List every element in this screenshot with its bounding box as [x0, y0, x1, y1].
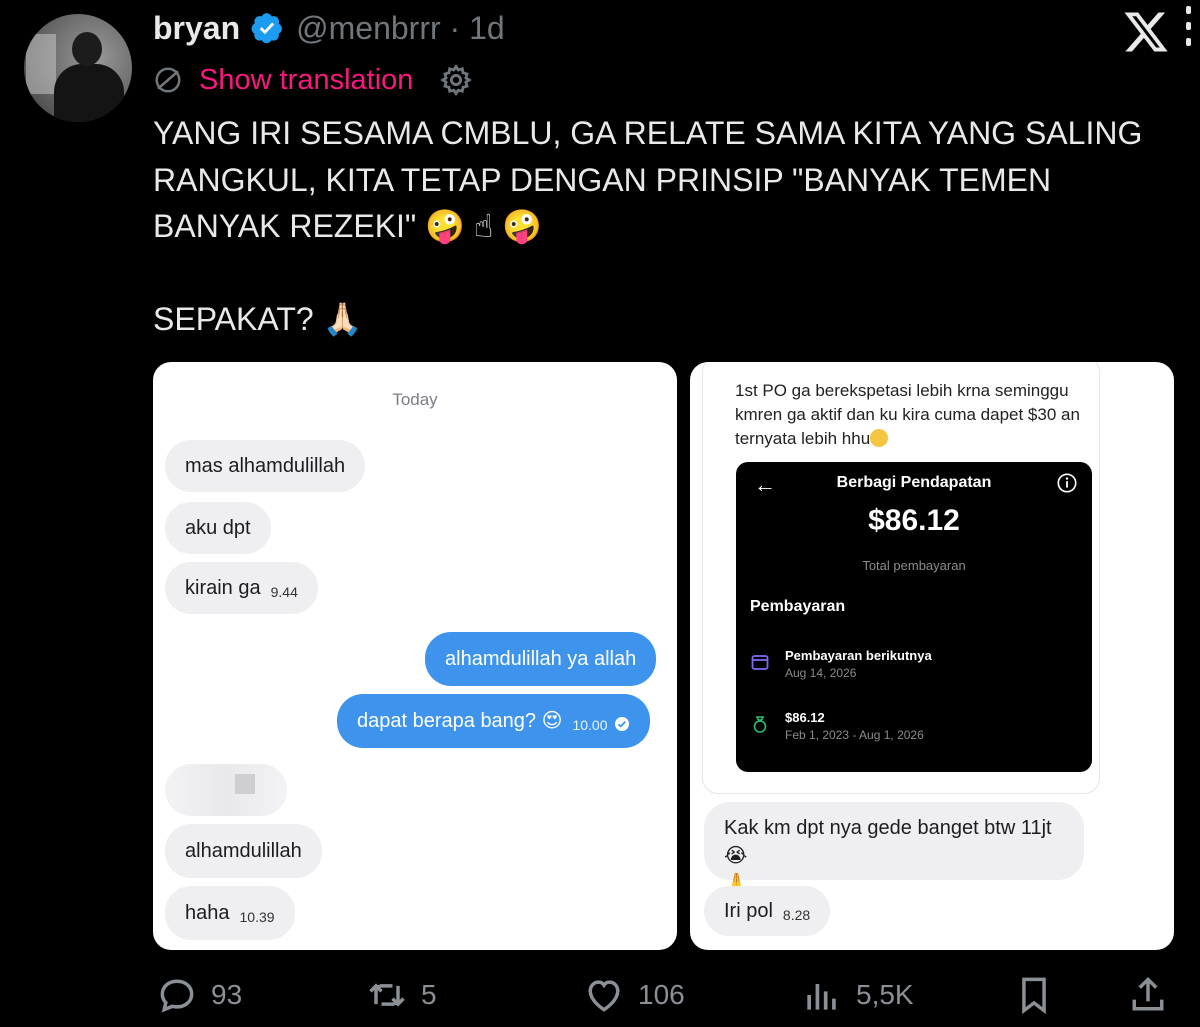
chat-bubble-outgoing: alhamdulillah ya allah — [425, 632, 657, 686]
author-row: bryan @menbrrr · 1d — [153, 8, 505, 48]
verified-badge-icon — [251, 13, 283, 44]
tweet-page: bryan @menbrrr · 1d Show translation YAN… — [0, 0, 1200, 1027]
views-chart-icon — [807, 984, 836, 1010]
repost-icon — [369, 983, 405, 1007]
money-bag-icon — [753, 716, 767, 733]
media-image-chat-right[interactable]: 1st PO ga berekspetasi lebih krna seming… — [690, 362, 1174, 950]
earnings-amount: $86.12 — [868, 504, 960, 537]
media-image-chat-left[interactable]: Today mas alhamdulillah aku dpt kirain g… — [153, 362, 677, 950]
chat-bubble-incoming: mas alhamdulillah — [165, 440, 366, 492]
message-text: alhamdulillah — [185, 840, 302, 862]
payout-amount: $86.12 — [785, 710, 825, 725]
chat-bubble-incoming: aku dpt — [165, 502, 271, 554]
repost-button[interactable]: 5 — [365, 970, 437, 1020]
message-text: dapat berapa bang? 😍 — [357, 710, 563, 732]
redacted-message — [165, 764, 287, 816]
avatar[interactable] — [24, 14, 132, 122]
avatar-background — [26, 34, 56, 94]
info-icon — [1057, 473, 1077, 493]
quoted-message-card: 1st PO ga berekspetasi lebih krna seming… — [702, 362, 1100, 794]
earnings-screenshot: ← Berbagi Pendapatan $86.12 Total pembay… — [736, 462, 1092, 772]
message-text: haha — [185, 902, 230, 924]
next-payout-label: Pembayaran berikutnya — [785, 648, 932, 663]
message-time: 10.39 — [239, 909, 275, 925]
crying-emoji-icon — [870, 429, 889, 447]
like-count: 106 — [638, 979, 685, 1010]
chat-bubble-incoming: alhamdulillah — [165, 824, 322, 878]
bookmark-button[interactable] — [1012, 970, 1056, 1020]
chat-date-label: Today — [392, 390, 438, 409]
earnings-total-label: Total pembayaran — [862, 558, 966, 573]
message-text: Iri pol — [724, 900, 773, 922]
payout-row: $86.12 Feb 1, 2023 - Aug 1, 2026 — [750, 710, 924, 742]
reply-icon — [160, 979, 194, 1013]
show-translation-link[interactable]: Show translation — [199, 64, 413, 97]
share-icon — [1132, 976, 1164, 1011]
reply-count: 93 — [211, 979, 243, 1010]
author-handle-and-time[interactable]: @menbrrr · 1d — [296, 10, 505, 47]
chat-bubble-incoming: Iri pol 8.28 — [704, 886, 831, 936]
views-button[interactable]: 5,5K — [800, 970, 914, 1020]
x-logo-icon — [1124, 12, 1168, 52]
read-check-icon — [614, 717, 629, 731]
avatar-figure-head — [72, 32, 102, 66]
message-text: Kak km dpt nya gede banget btw 11jt 😭 — [724, 817, 1052, 867]
message-time: 10.00 — [572, 717, 608, 733]
bookmark-icon — [1022, 977, 1046, 1015]
message-text: aku dpt — [185, 517, 251, 539]
tweet-action-bar: 93 5 106 5,5K — [0, 970, 1200, 1020]
quoted-message-text: 1st PO ga berekspetasi lebih krna seming… — [735, 381, 1080, 448]
payments-section-title: Pembayaran — [750, 598, 846, 615]
repost-count: 5 — [421, 979, 437, 1010]
chat-bubble-incoming: haha 10.39 — [165, 886, 295, 940]
reply-button[interactable]: 93 — [155, 970, 242, 1020]
message-text: kirain ga — [185, 577, 261, 599]
message-text: mas alhamdulillah — [185, 455, 346, 477]
author-display-name[interactable]: bryan — [153, 10, 240, 47]
chat-bubble-incoming: kirain ga 9.44 — [165, 562, 318, 614]
gear-icon[interactable] — [439, 63, 473, 97]
next-payout-row: Pembayaran berikutnya Aug 14, 2026 — [750, 648, 932, 680]
earnings-title: Berbagi Pendapatan — [836, 474, 992, 491]
message-time: 9.44 — [270, 584, 298, 600]
payout-date-range: Feb 1, 2023 - Aug 1, 2026 — [785, 728, 924, 742]
view-count: 5,5K — [856, 979, 914, 1010]
translate-row: Show translation — [153, 60, 473, 100]
calendar-icon — [751, 655, 769, 670]
share-button[interactable] — [1126, 970, 1170, 1020]
tweet-text: YANG IRI SESAMA CMBLU, GA RELATE SAMA KI… — [153, 115, 1143, 337]
avatar-figure-body — [54, 64, 124, 122]
message-time: 8.28 — [782, 907, 811, 923]
like-button[interactable]: 106 — [582, 970, 685, 1020]
translate-globe-icon — [155, 67, 181, 93]
more-options-icon[interactable] — [1184, 6, 1194, 56]
next-payout-date: Aug 14, 2026 — [785, 666, 857, 680]
chat-bubble-incoming: Kak km dpt nya gede banget btw 11jt 😭 🙏 — [704, 802, 1084, 895]
message-text: alhamdulillah ya allah — [445, 648, 637, 670]
chat-bubble-outgoing: dapat berapa bang? 😍 10.00 — [337, 694, 650, 748]
heart-icon — [588, 980, 620, 1012]
